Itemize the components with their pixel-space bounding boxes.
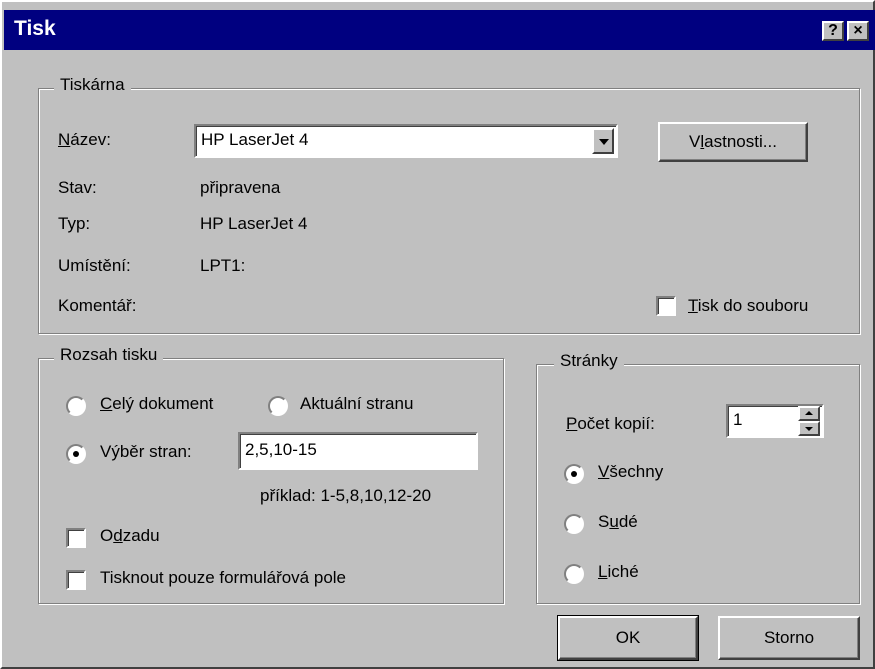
- odd-pages-radio[interactable]: [564, 564, 584, 584]
- copies-spinner[interactable]: 1: [726, 404, 824, 438]
- printer-name-combobox[interactable]: HP LaserJet 4: [194, 124, 618, 158]
- print-range-group-label: Rozsah tisku: [54, 345, 164, 365]
- arrow-down-icon: [805, 427, 813, 431]
- window-title: Tisk: [14, 17, 56, 40]
- printer-dropdown-button[interactable]: [592, 128, 614, 154]
- title-bar[interactable]: Tisk ? ×: [4, 10, 875, 50]
- type-value: HP LaserJet 4: [200, 214, 308, 233]
- form-fields-only-checkbox[interactable]: [66, 570, 86, 590]
- location-value: LPT1:: [200, 256, 246, 275]
- printer-name-value: HP LaserJet 4: [201, 130, 309, 149]
- copies-decrement-button[interactable]: [798, 421, 820, 436]
- arrow-up-icon: [805, 411, 813, 415]
- page-selection-input[interactable]: 2,5,10-15: [238, 432, 478, 470]
- even-pages-radio[interactable]: [564, 514, 584, 534]
- page-selection-example: příklad: 1-5,8,10,12-20: [260, 486, 432, 505]
- page-selection-value: 2,5,10-15: [245, 440, 317, 459]
- even-pages-label[interactable]: Sudé: [598, 512, 638, 532]
- page-selection-radio[interactable]: [66, 444, 86, 464]
- page-selection-label[interactable]: Výběr stran:: [100, 442, 192, 462]
- print-to-file-checkbox[interactable]: [656, 296, 676, 316]
- printer-name-label: Název:: [58, 130, 111, 149]
- pages-group: [536, 364, 860, 604]
- chevron-down-icon: [599, 139, 609, 145]
- odd-pages-label[interactable]: Liché: [598, 562, 639, 582]
- ok-button[interactable]: OK: [557, 615, 699, 661]
- status-value: připravena: [200, 178, 281, 197]
- all-pages-radio[interactable]: [564, 464, 584, 484]
- reverse-order-checkbox[interactable]: [66, 528, 86, 548]
- print-dialog: Tisk ? × Tiskárna Název: HP LaserJet 4 V…: [0, 0, 875, 669]
- properties-button[interactable]: Vlastnosti...: [658, 122, 808, 162]
- copies-increment-button[interactable]: [798, 406, 820, 421]
- all-pages-label[interactable]: Všechny: [598, 462, 663, 482]
- printer-group-label: Tiskárna: [54, 75, 131, 95]
- current-page-label[interactable]: Aktuální stranu: [300, 394, 413, 414]
- pages-group-label: Stránky: [554, 351, 624, 371]
- current-page-radio[interactable]: [268, 396, 288, 416]
- whole-document-radio[interactable]: [66, 396, 86, 416]
- print-to-file-label[interactable]: Tisk do souboru: [688, 296, 808, 316]
- close-button[interactable]: ×: [847, 21, 869, 41]
- help-button[interactable]: ?: [822, 21, 844, 41]
- reverse-order-label[interactable]: Odzadu: [100, 526, 160, 546]
- whole-document-label[interactable]: Celý dokument: [100, 394, 213, 414]
- status-label: Stav:: [58, 178, 97, 197]
- form-fields-only-label[interactable]: Tisknout pouze formulářová pole: [100, 568, 346, 588]
- comment-label: Komentář:: [58, 296, 137, 315]
- cancel-button[interactable]: Storno: [718, 616, 860, 660]
- location-label: Umístění:: [58, 256, 131, 275]
- type-label: Typ:: [58, 214, 91, 233]
- copies-label: Počet kopií:: [566, 414, 655, 433]
- copies-spin-buttons[interactable]: [798, 406, 820, 436]
- copies-value: 1: [733, 410, 743, 429]
